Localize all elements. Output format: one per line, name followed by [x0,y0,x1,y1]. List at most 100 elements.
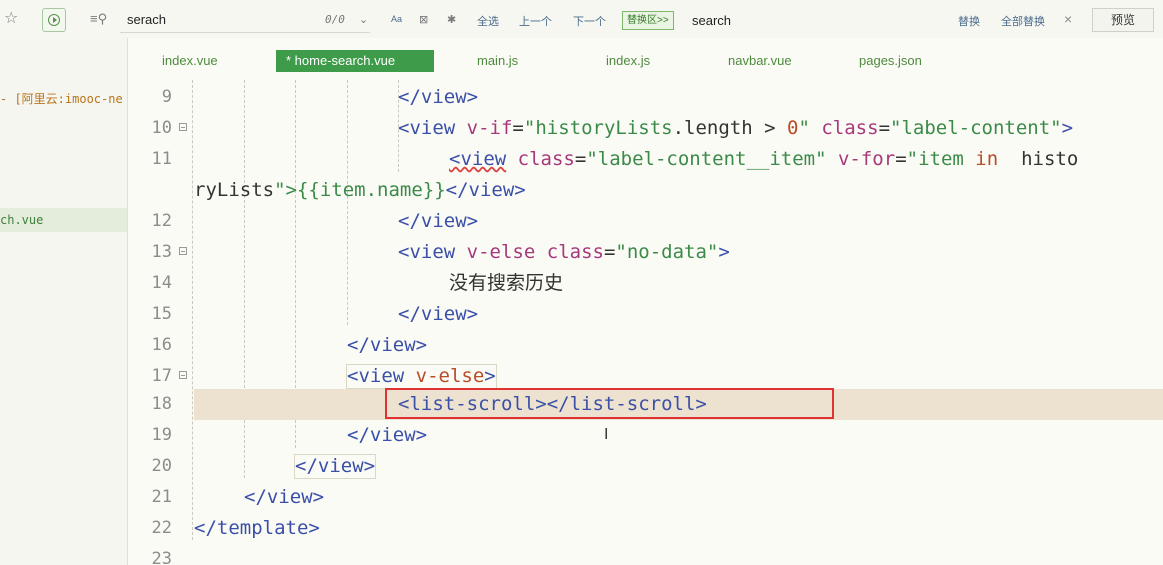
code-token: </view> [347,334,428,356]
tab-main-js[interactable]: main.js [477,50,518,72]
code-token: "no-data" [615,241,719,263]
code-token: </view> [398,86,479,108]
find-replace-toolbar: ☆ ≡⚲ serach 0/0 ⌄ Aa ⊠ ✱ 全选 上一个 下一个 替换区>… [0,0,1163,39]
code-token: v-if [466,117,513,139]
line-number: 12 [151,211,172,231]
code-token: <view [347,365,405,387]
fold-icon[interactable] [179,247,187,255]
code-line: 16 </view> [128,330,1163,361]
code-line: 10 <view v-if="historyLists.length > 0" … [128,113,1163,144]
code-token: v-for [837,148,896,170]
code-token: = [895,148,907,170]
tab-home-search-vue[interactable]: * home-search.vue [276,50,434,72]
preview-button[interactable]: 预览 [1092,8,1154,32]
chevron-down-icon[interactable]: ⌄ [359,12,368,28]
line-number: 15 [151,304,172,324]
fold-icon[interactable] [179,371,187,379]
select-all-button[interactable]: 全选 [477,13,499,29]
whole-word-icon[interactable]: ⊠ [419,12,428,28]
code-token: = [603,241,616,263]
fold-icon[interactable] [179,123,187,131]
code-token: "item [906,148,964,170]
code-token: </template> [194,517,320,539]
replace-all-button[interactable]: 全部替换 [1001,13,1045,29]
code-token: histo [1021,148,1079,170]
code-line: 22 </template> [128,513,1163,544]
code-line: 12 </view> [128,206,1163,237]
star-icon[interactable]: ☆ [4,11,18,27]
code-token: </view> [295,455,376,477]
code-token: > [752,117,787,139]
line-number: 22 [151,518,172,538]
line-number: 18 [151,394,172,414]
tab-index-vue[interactable]: index.vue [162,50,218,72]
prev-match-button[interactable]: 上一个 [519,13,552,29]
code-line: 13 <view v-else class="no-data"> [128,237,1163,268]
code-token: </view> [398,210,479,232]
code-token: .length [672,117,753,139]
code-line: 9 </view> [128,82,1163,113]
project-sidebar: - [阿里云:imooc-ne ch.vue [0,38,128,565]
code-token: </view> [244,486,325,508]
code-token: " [798,117,810,139]
code-line: 18 [128,389,188,420]
tab-index-js[interactable]: index.js [606,50,650,72]
replace-area-toggle[interactable]: 替换区>> [622,11,674,30]
editor-tabs: index.vue * home-search.vue main.js inde… [128,38,1163,78]
tab-pages-json[interactable]: pages.json [859,50,922,72]
code-line: 20 </view> [128,451,1163,482]
code-token: = [878,117,891,139]
search-list-icon[interactable]: ≡⚲ [90,11,107,27]
code-token: v-else [466,241,536,263]
run-button[interactable] [42,8,66,32]
code-token: class [821,117,879,139]
replace-input[interactable]: search [686,8,946,32]
highlight-annotation-box [385,388,834,419]
code-token: "label-content__item" [586,148,827,170]
code-line: 23 [128,544,1163,565]
code-line: 15 </view> [128,299,1163,330]
code-token: = [574,148,587,170]
replace-input-value: search [692,13,732,28]
next-match-button[interactable]: 下一个 [573,13,606,29]
tab-navbar-vue[interactable]: navbar.vue [728,50,792,72]
code-token: </view> [398,303,479,325]
code-editor[interactable]: 9 </view> 10 <view v-if="historyLists.le… [128,80,1163,565]
code-line: 19 </view> [128,420,1163,451]
code-token: v-else [415,365,485,387]
text-cursor-icon: I [604,425,609,443]
code-line: 14 没有搜索历史 [128,268,1163,299]
code-token: > [484,365,496,387]
code-token: = [512,117,524,139]
line-number: 10 [151,118,172,138]
line-number: 23 [151,549,172,565]
code-token: in [975,148,999,170]
line-number: 9 [161,87,172,107]
code-token: class [517,148,575,170]
code-token: class [546,241,604,263]
code-token: ryLists [194,179,275,201]
line-number: 19 [151,425,172,445]
line-number: 20 [151,456,172,476]
regex-icon[interactable]: ✱ [447,12,456,28]
code-token: <view [398,117,456,139]
code-token: "historyLists [523,117,673,139]
line-number: 21 [151,487,172,507]
match-case-button[interactable]: Aa [391,14,402,24]
project-label[interactable]: - [阿里云:imooc-ne [0,90,127,107]
match-count: 0/0 [325,13,345,26]
line-number: 16 [151,335,172,355]
line-number: 13 [151,242,172,262]
code-token: <view [449,148,507,170]
replace-button[interactable]: 替换 [958,13,980,29]
code-token: ">{{item.name}} [274,179,446,201]
code-token: 0 [787,117,799,139]
sidebar-active-file[interactable]: ch.vue [0,208,127,232]
close-icon[interactable]: × [1064,11,1072,27]
line-number: 11 [151,149,172,169]
code-token: 没有搜索历史 [449,272,564,294]
code-token: "label-content" [890,117,1062,139]
line-number: 17 [151,366,172,386]
code-token: > [718,241,730,263]
code-token: </view> [445,179,526,201]
